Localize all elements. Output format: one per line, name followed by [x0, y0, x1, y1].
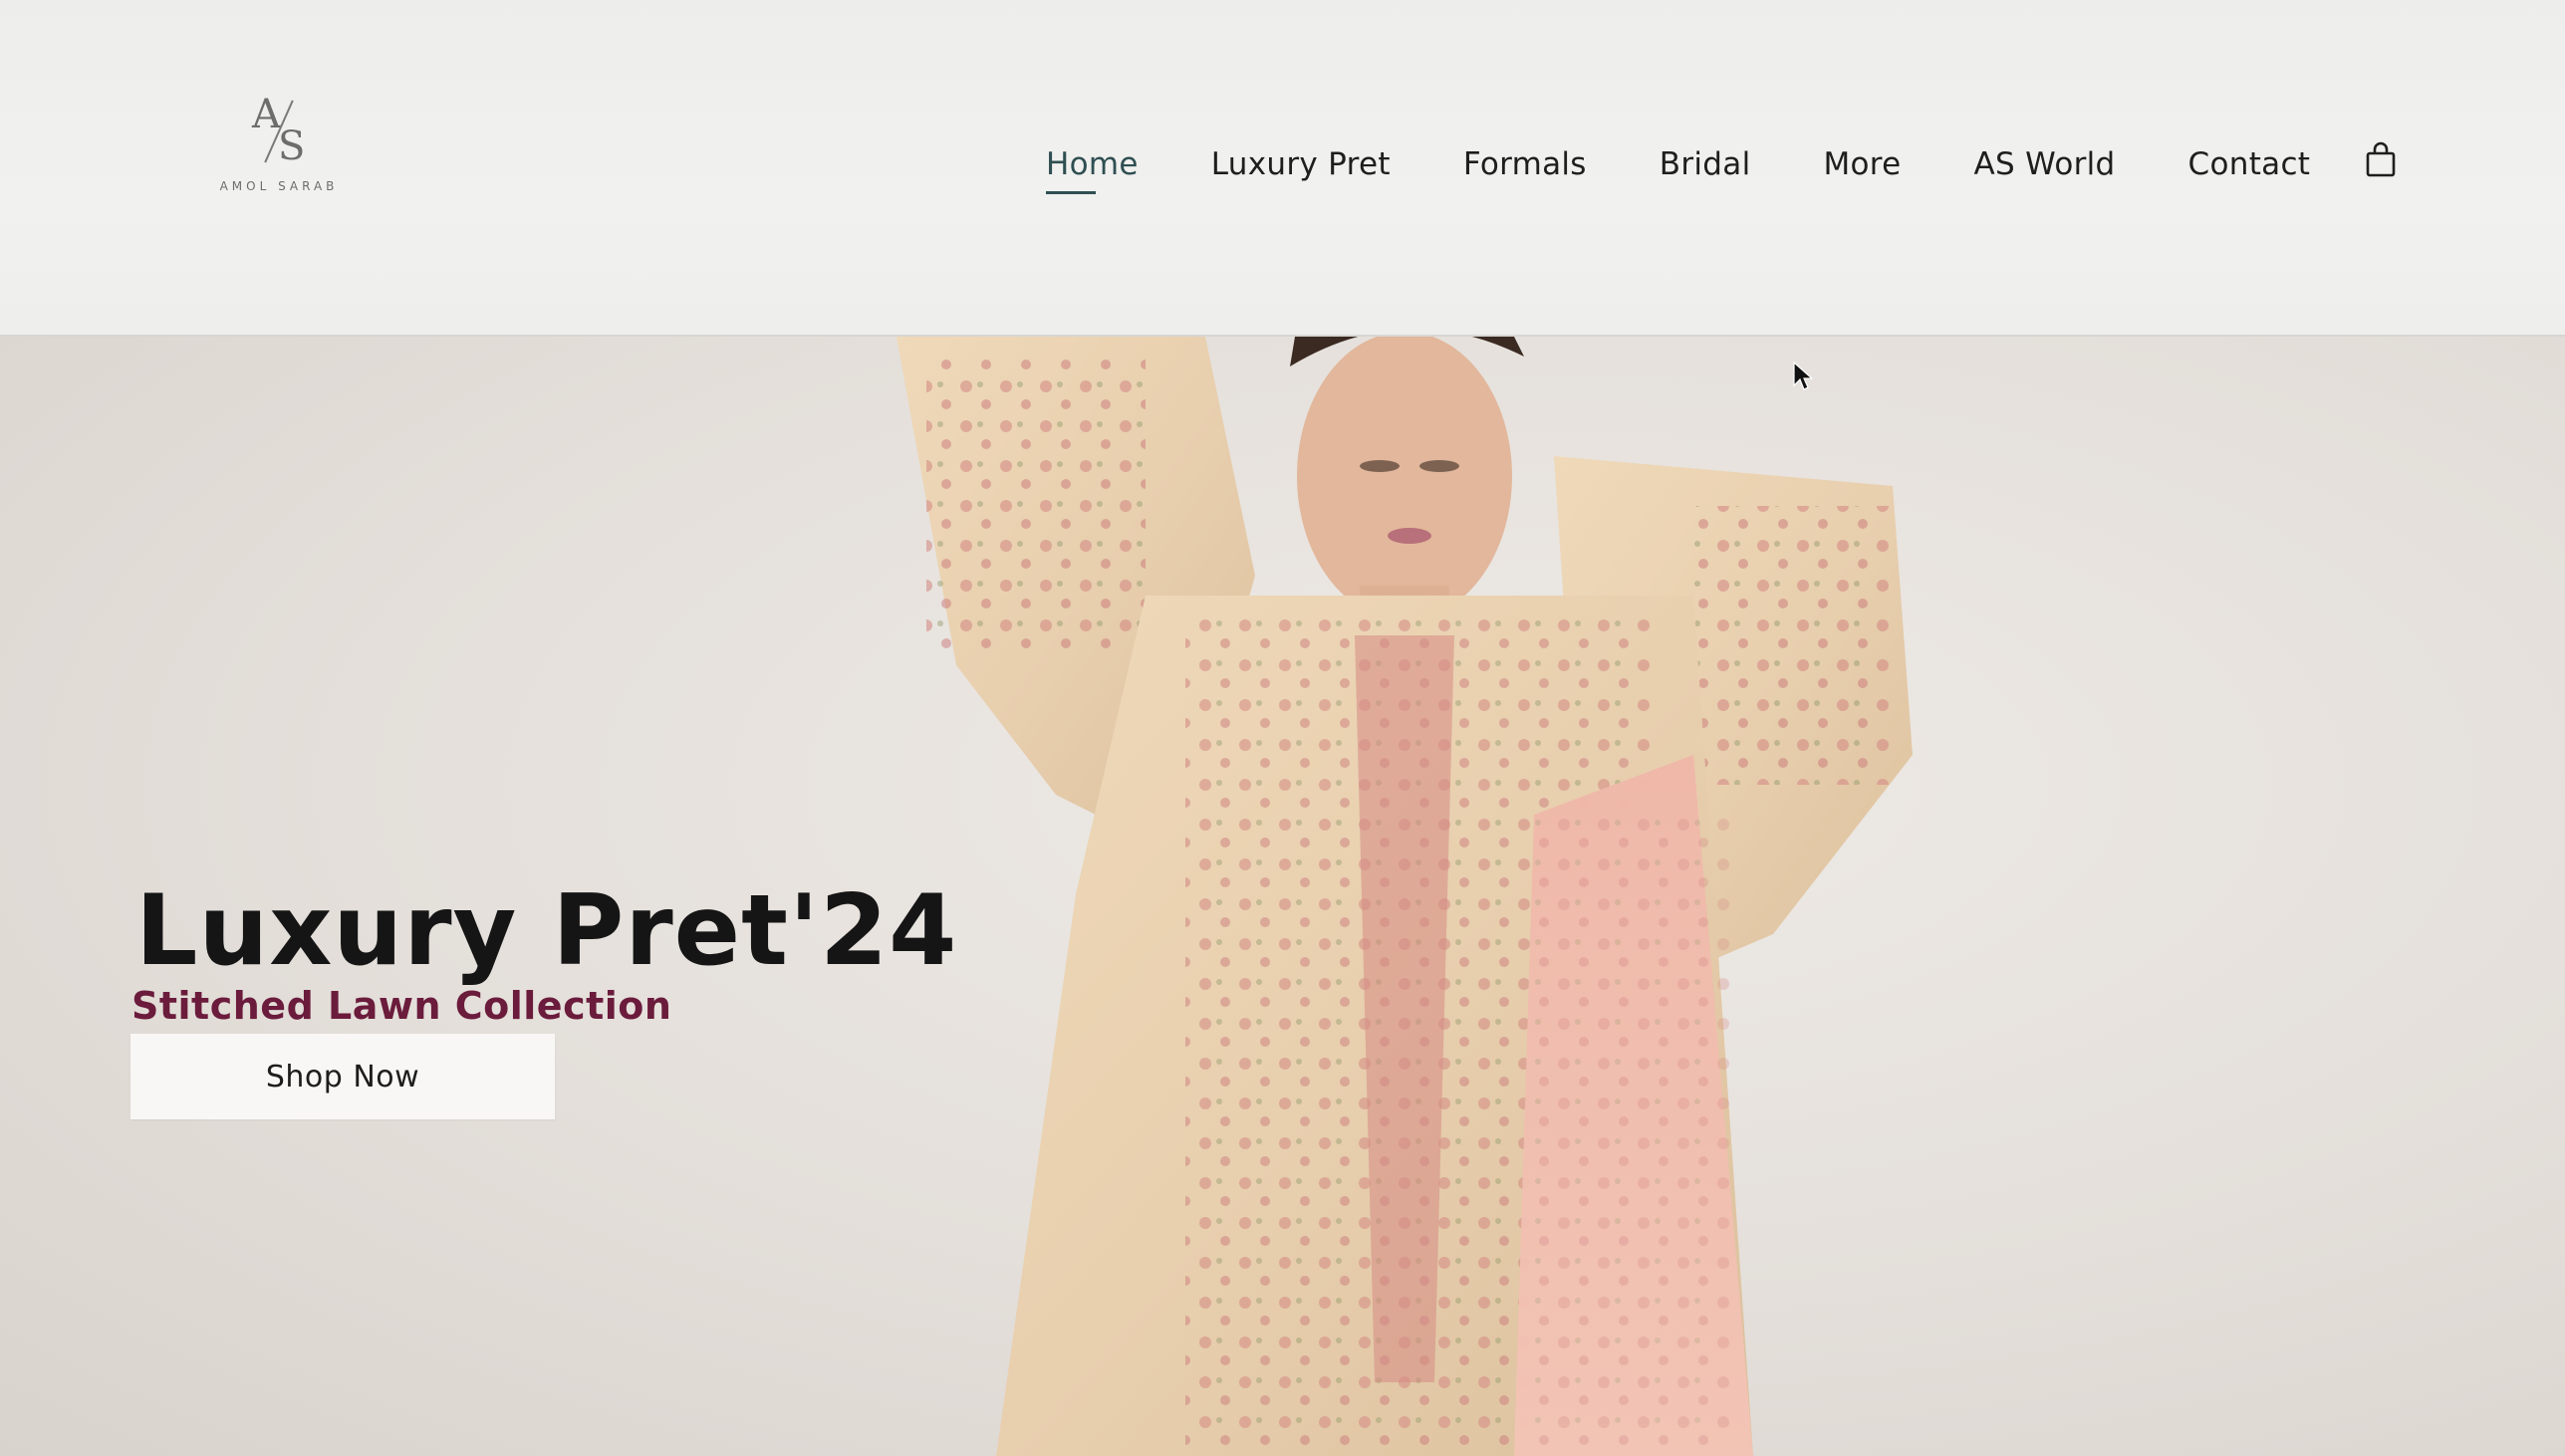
hero-banner: Luxury Pret'24 Stitched Lawn Collection … — [0, 337, 2565, 1456]
site-header: A S AMOL SARAB Home Luxury Pret Formals … — [0, 0, 2565, 337]
shopping-bag-icon[interactable] — [2365, 141, 2397, 177]
page: A S AMOL SARAB Home Luxury Pret Formals … — [0, 0, 2565, 1456]
nav-item-luxury-pret[interactable]: Luxury Pret — [1211, 146, 1391, 182]
nav-item-formals[interactable]: Formals — [1463, 146, 1587, 182]
logo-monogram: A S — [252, 92, 306, 169]
hero-title: Luxury Pret'24 — [135, 874, 958, 988]
brand-logo[interactable]: A S AMOL SARAB — [209, 92, 349, 211]
nav-item-more[interactable]: More — [1823, 146, 1901, 182]
nav-item-bridal[interactable]: Bridal — [1660, 146, 1751, 182]
hero-subtitle: Stitched Lawn Collection — [131, 984, 672, 1028]
nav-item-contact[interactable]: Contact — [2188, 146, 2311, 182]
shop-now-button[interactable]: Shop Now — [130, 1034, 555, 1119]
logo-wordmark: AMOL SARAB — [219, 179, 339, 193]
nav-item-home[interactable]: Home — [1046, 146, 1139, 194]
mouse-cursor-icon — [1793, 361, 1814, 391]
nav-item-as-world[interactable]: AS World — [1974, 146, 2116, 182]
main-nav: Home Luxury Pret Formals Bridal More AS … — [1046, 139, 2383, 194]
